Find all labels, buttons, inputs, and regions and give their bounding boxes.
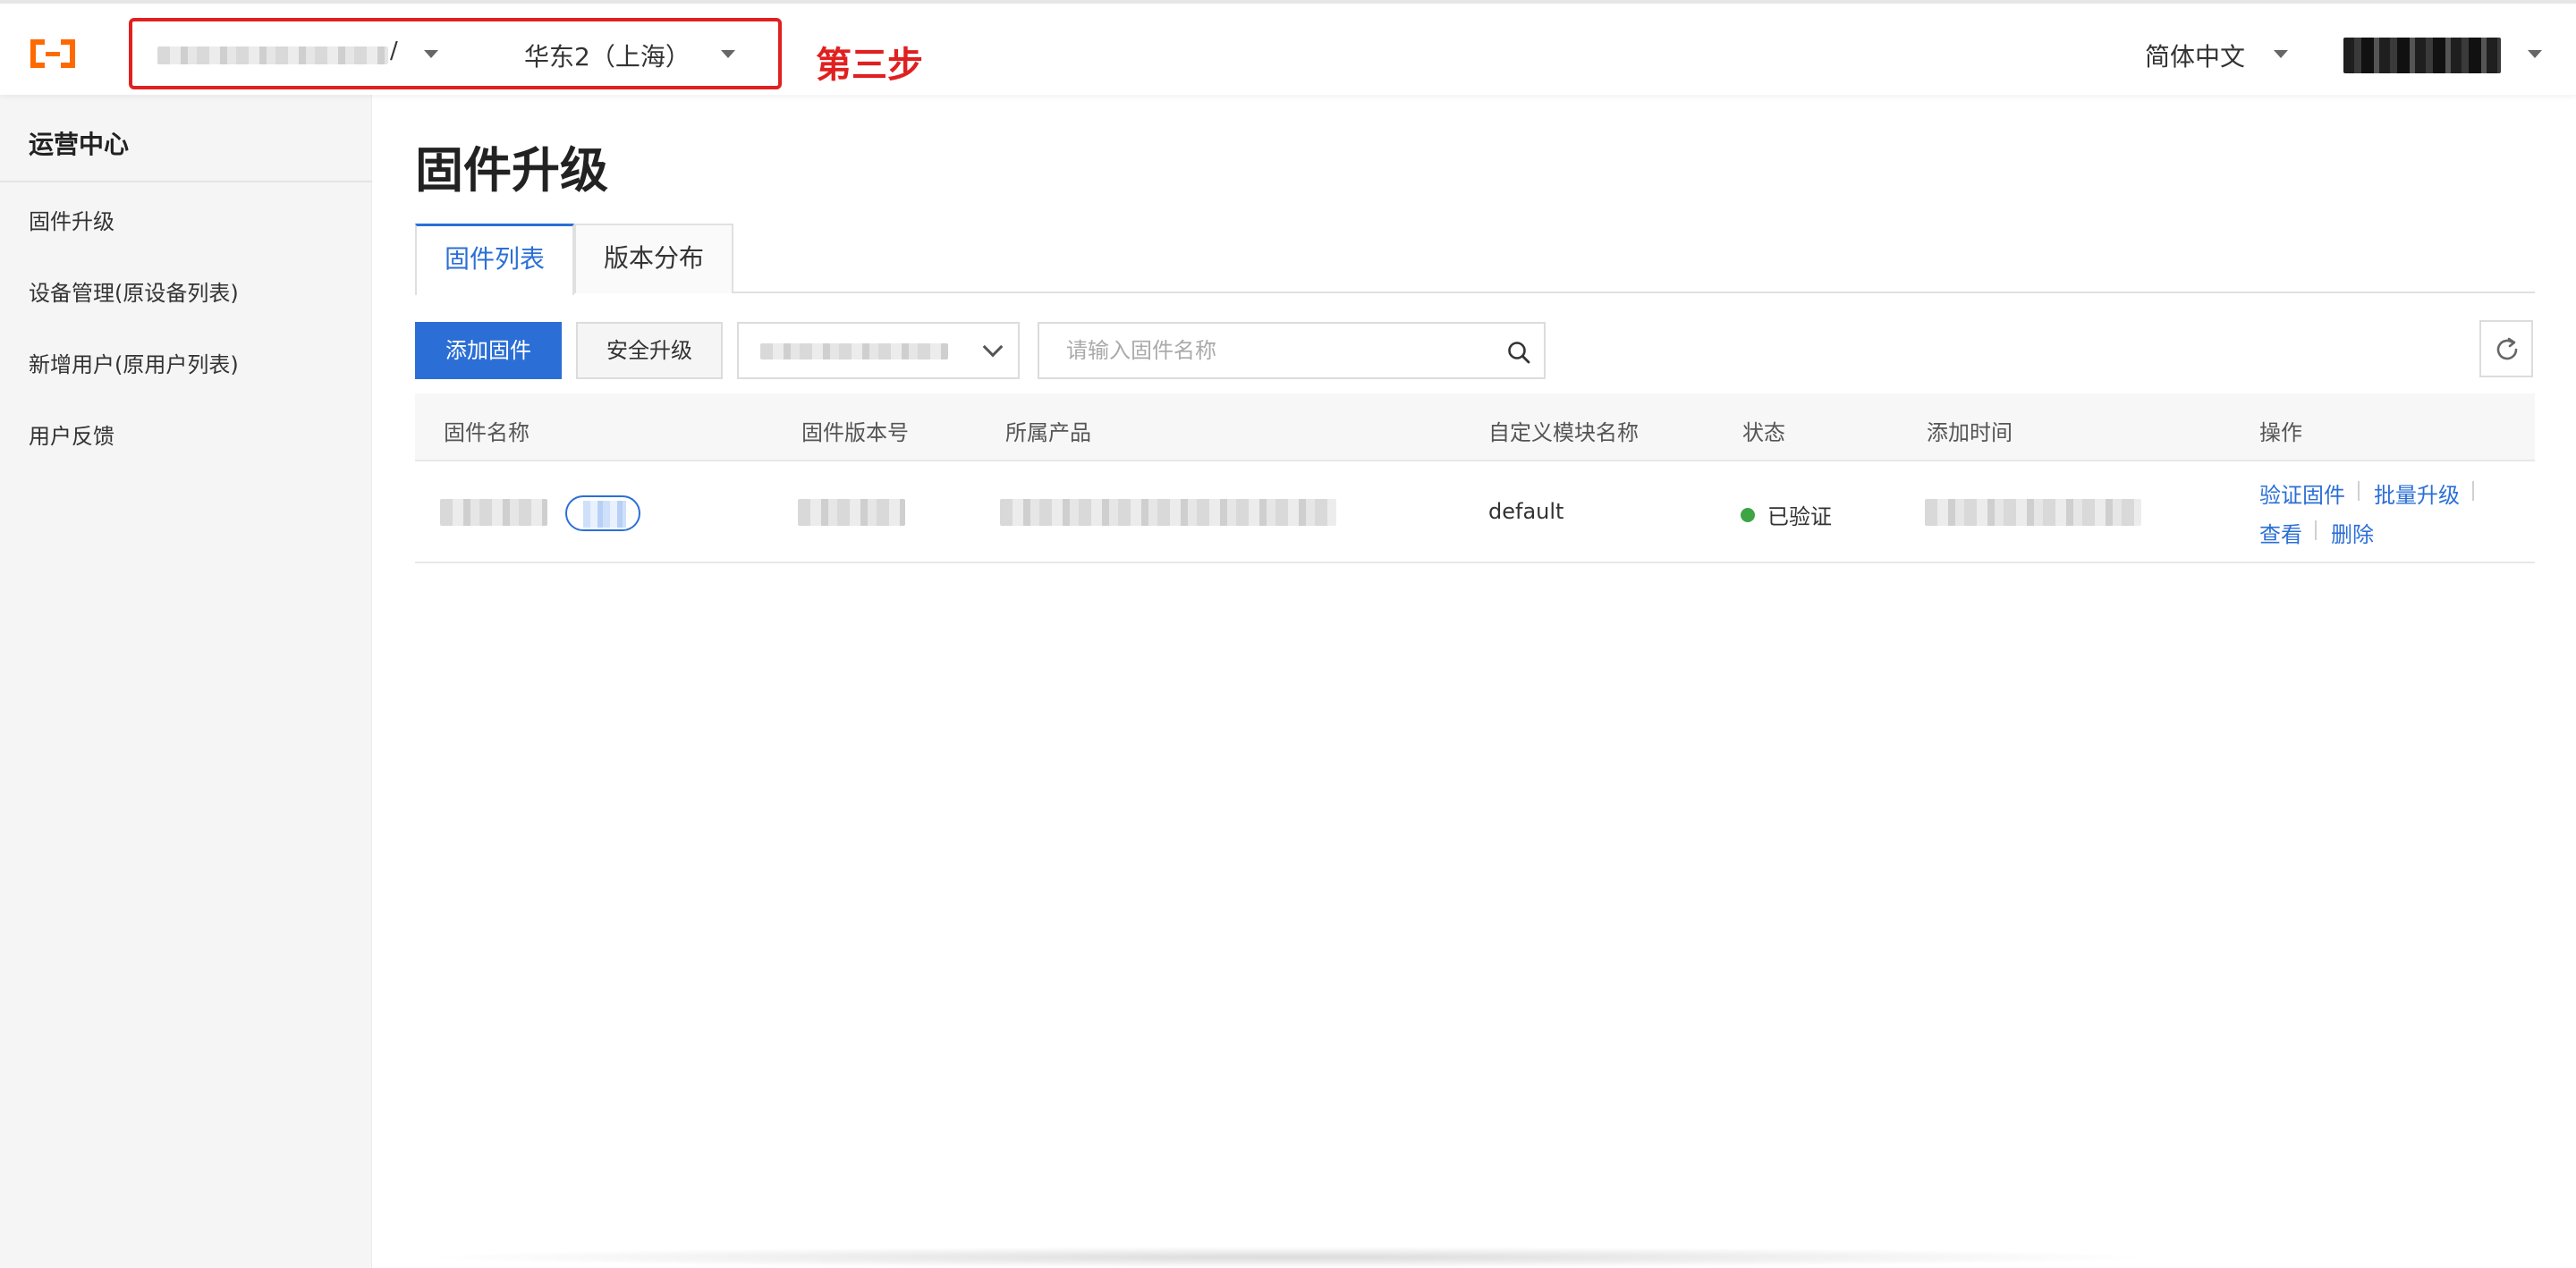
sidebar-item-firmware-upgrade[interactable]: 固件升级 [29, 204, 114, 235]
firmware-version-redacted [798, 499, 905, 526]
sidebar-title: 运营中心 [29, 130, 130, 159]
app-window: / 华东2（上海） 第三步 简体中文 运营中心 固件升级 设备管理(原设备列表)… [0, 0, 2576, 1268]
added-time-redacted [1925, 499, 2141, 526]
language-chevron-down-icon[interactable] [2274, 50, 2288, 58]
sidebar: 运营中心 固件升级 设备管理(原设备列表) 新增用户(原用户列表) 用户反馈 [0, 95, 372, 1268]
language-selector[interactable]: 简体中文 [2145, 38, 2245, 73]
action-separator [2358, 481, 2360, 501]
action-separator [2315, 520, 2317, 540]
bottom-shadow [411, 1247, 2165, 1268]
table-row: default 已验证 验证固件 批量升级 查看 删除 [415, 461, 2535, 563]
refresh-icon [2496, 337, 2518, 360]
column-header-product: 所属产品 [1005, 420, 1091, 445]
secure-upgrade-button[interactable]: 安全升级 [576, 322, 723, 379]
column-header-added-time: 添加时间 [1927, 420, 2012, 445]
search-field[interactable] [1038, 322, 1546, 379]
batch-upgrade-link[interactable]: 批量升级 [2374, 478, 2460, 509]
account-name-redacted[interactable] [157, 46, 388, 64]
product-select-value-redacted [760, 343, 948, 359]
column-header-status: 状态 [1742, 420, 1785, 445]
account-chevron-down-icon[interactable] [424, 50, 438, 58]
tab-firmware-list[interactable]: 固件列表 [415, 224, 574, 295]
column-header-firmware-name: 固件名称 [444, 420, 530, 445]
column-header-module-name: 自定义模块名称 [1488, 420, 1639, 445]
view-link[interactable]: 查看 [2259, 517, 2302, 548]
sidebar-item-user-feedback[interactable]: 用户反馈 [29, 418, 114, 450]
top-bar: / 华东2（上海） 第三步 简体中文 [0, 0, 2576, 95]
main-content: 固件升级 固件列表 版本分布 添加固件 安全升级 请输入固件名称 固件名称 固件… [372, 95, 2576, 1268]
product-name-redacted [1000, 499, 1336, 526]
tab-bar: 固件列表 版本分布 [415, 224, 2535, 295]
search-input[interactable] [1066, 333, 1487, 368]
aliyun-logo-icon[interactable] [27, 36, 79, 72]
region-chevron-down-icon[interactable] [721, 50, 735, 58]
firmware-name-redacted [440, 499, 547, 526]
product-select[interactable] [737, 322, 1020, 379]
user-account-redacted[interactable] [2343, 38, 2501, 73]
sidebar-divider [0, 181, 372, 182]
user-chevron-down-icon[interactable] [2528, 50, 2542, 58]
module-name: default [1488, 499, 1564, 524]
sidebar-item-device-management[interactable]: 设备管理(原设备列表) [29, 275, 239, 307]
chevron-down-icon [982, 336, 1004, 358]
refresh-button[interactable] [2479, 320, 2533, 377]
tab-version-distribution[interactable]: 版本分布 [574, 224, 733, 293]
step-annotation: 第三步 [816, 45, 923, 86]
add-firmware-button[interactable]: 添加固件 [415, 322, 562, 379]
column-header-actions: 操作 [2259, 420, 2302, 445]
verify-firmware-link[interactable]: 验证固件 [2259, 478, 2345, 509]
sidebar-item-new-users[interactable]: 新增用户(原用户列表) [29, 347, 239, 378]
firmware-tag-badge [565, 495, 640, 531]
toolbar: 添加固件 安全升级 [415, 320, 2535, 379]
table-header: 固件名称 固件版本号 所属产品 自定义模块名称 状态 添加时间 操作 [415, 393, 2535, 461]
delete-link[interactable]: 删除 [2331, 517, 2374, 548]
column-header-firmware-version: 固件版本号 [801, 420, 909, 445]
action-separator [2472, 481, 2474, 501]
search-icon[interactable] [1506, 340, 1531, 365]
account-separator: / [390, 38, 398, 64]
page-title: 固件升级 [415, 142, 608, 199]
status-badge: 已验证 [1767, 504, 1832, 529]
status-dot-icon [1741, 508, 1755, 522]
region-selector[interactable]: 华东2（上海） [524, 38, 691, 73]
